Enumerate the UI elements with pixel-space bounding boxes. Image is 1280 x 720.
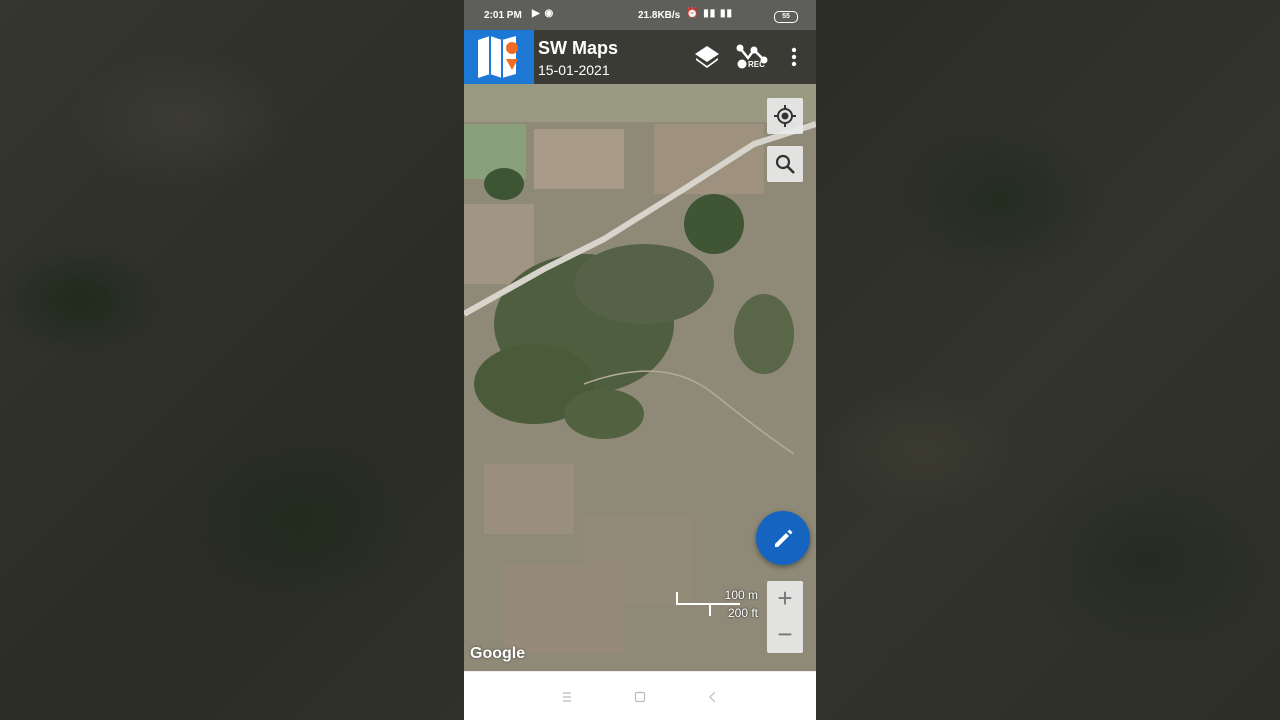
zoom-in-button[interactable]: +: [767, 581, 803, 617]
satellite-map[interactable]: 100 m 200 ft + − Google: [464, 84, 816, 671]
more-vert-icon[interactable]: [782, 44, 806, 72]
back-icon[interactable]: [703, 687, 723, 707]
app-bar: SW Maps 15-01-2021 REC: [464, 30, 816, 84]
google-attribution: Google: [470, 645, 526, 662]
edit-icon: [775, 529, 793, 547]
map-logo-icon: [464, 30, 534, 84]
app-title: SW Maps: [538, 38, 619, 58]
search-icon: [775, 154, 795, 174]
my-location-button[interactable]: [767, 98, 803, 134]
home-icon[interactable]: [630, 687, 650, 707]
app-date: 15-01-2021: [538, 62, 610, 78]
phone-screen: 2:01 PM ▶ ◉ 21.8KB/s ⏰ ▮▮ ▮▮ 55 SW Maps …: [464, 0, 816, 720]
rec-label: REC: [748, 60, 765, 69]
status-bar: 2:01 PM ▶ ◉ 21.8KB/s ⏰ ▮▮ ▮▮ 55: [464, 0, 816, 30]
map-imagery: [464, 84, 816, 671]
status-left-icons: ▶ ◉: [532, 8, 555, 19]
menu-icon[interactable]: [557, 687, 577, 707]
scale-imperial: 200 ft: [727, 606, 758, 620]
map-scale: 100 m 200 ft: [674, 586, 758, 622]
rec-track-button[interactable]: REC: [734, 42, 770, 72]
zoom-out-button[interactable]: −: [767, 617, 803, 653]
search-button[interactable]: [767, 146, 803, 182]
scale-metric: 100 m: [724, 588, 758, 602]
edit-fab[interactable]: [756, 511, 810, 565]
zoom-controls: + −: [767, 581, 803, 653]
battery-icon: 55: [774, 11, 798, 23]
my-location-icon: [774, 105, 796, 127]
system-nav-bar: [464, 671, 816, 720]
network-speed: 21.8KB/s: [638, 10, 681, 21]
status-right-icons: ⏰ ▮▮ ▮▮: [686, 8, 734, 19]
status-time: 2:01 PM: [484, 10, 522, 21]
layers-icon[interactable]: [692, 42, 722, 72]
